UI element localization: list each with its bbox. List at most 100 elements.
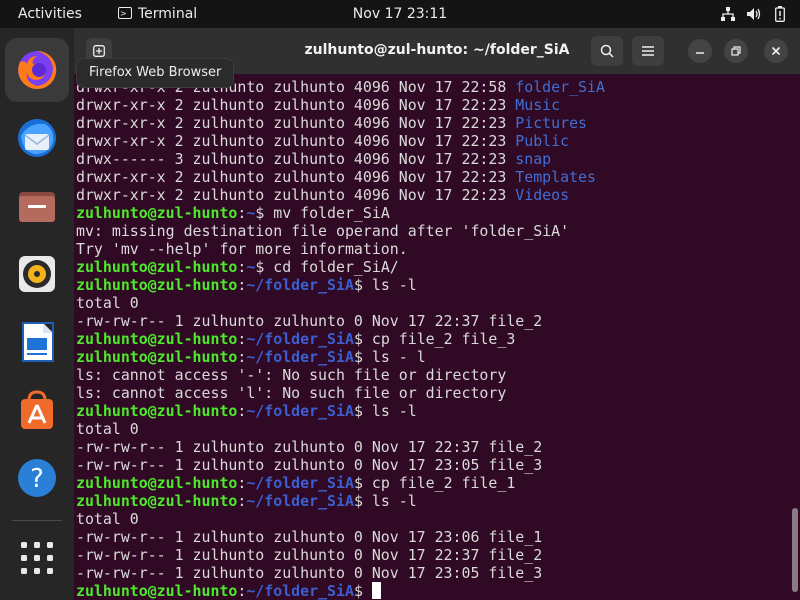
prompt-dollar: $ <box>353 348 363 366</box>
menu-button[interactable] <box>632 36 664 66</box>
search-button[interactable] <box>591 36 623 66</box>
prompt-user: zulhunto@zul-hunto <box>76 402 238 420</box>
prompt-path: ~/folder_SiA <box>246 402 354 420</box>
battery-icon <box>772 6 788 22</box>
maximize-button[interactable] <box>724 39 748 63</box>
dock-firefox[interactable] <box>5 38 69 102</box>
prompt-line: zulhunto@zul-hunto:~/folder_SiA$ ls - l <box>76 348 605 366</box>
dock-writer[interactable] <box>5 310 69 374</box>
activities-button[interactable]: Activities <box>10 4 90 24</box>
prompt-path: ~ <box>246 258 256 276</box>
prompt-line: zulhunto@zul-hunto:~/folder_SiA$ ls -l <box>76 276 605 294</box>
output-line: -rw-rw-r-- 1 zulhunto zulhunto 0 Nov 17 … <box>76 564 605 582</box>
prompt-path: ~/folder_SiA <box>246 582 354 600</box>
close-button[interactable] <box>764 39 788 63</box>
writer-icon <box>22 322 54 362</box>
listing-line: drwxr-xr-x 2 zulhunto zulhunto 4096 Nov … <box>76 96 605 114</box>
listing-attrs: drwxr-xr-x 2 zulhunto zulhunto 4096 Nov … <box>76 114 516 132</box>
prompt-path: ~/folder_SiA <box>246 330 354 348</box>
prompt-dollar: $ <box>353 276 363 294</box>
prompt-colon: : <box>237 402 247 420</box>
output-text: -rw-rw-r-- 1 zulhunto zulhunto 0 Nov 17 … <box>76 312 543 330</box>
app-center-icon <box>21 390 53 429</box>
firefox-icon <box>18 50 57 89</box>
prompt-dollar: $ <box>353 582 363 600</box>
prompt-user: zulhunto@zul-hunto <box>76 474 238 492</box>
prompt-dollar: $ <box>353 402 363 420</box>
close-icon <box>771 46 781 56</box>
prompt-command: ls -l <box>362 402 417 420</box>
listing-attrs: drwxr-xr-x 2 zulhunto zulhunto 4096 Nov … <box>76 168 516 186</box>
app-menu[interactable]: Terminal <box>118 4 197 24</box>
prompt-command: ls -l <box>362 492 417 510</box>
prompt-path: ~/folder_SiA <box>246 474 354 492</box>
dock-thunderbird[interactable] <box>5 106 69 170</box>
listing-dir-name: Pictures <box>515 114 588 132</box>
prompt-user: zulhunto@zul-hunto <box>76 492 238 510</box>
prompt-colon: : <box>237 330 247 348</box>
prompt-line: zulhunto@zul-hunto:~/folder_SiA$ ls -l <box>76 402 605 420</box>
prompt-colon: : <box>237 492 247 510</box>
output-line: ls: cannot access 'l': No such file or d… <box>76 384 605 402</box>
output-line: total 0 <box>76 510 605 528</box>
prompt-command: mv folder_SiA <box>264 204 390 222</box>
output-text: mv: missing destination file operand aft… <box>76 222 570 240</box>
prompt-colon: : <box>237 474 247 492</box>
plus-icon <box>93 45 105 57</box>
prompt-command: ls - l <box>362 348 426 366</box>
maximize-icon <box>731 46 741 56</box>
prompt-line: zulhunto@zul-hunto:~$ mv folder_SiA <box>76 204 605 222</box>
clock[interactable]: Nov 17 23:11 <box>353 6 447 22</box>
prompt-colon: : <box>237 258 247 276</box>
scrollbar[interactable] <box>792 508 798 592</box>
prompt-dollar: $ <box>255 204 265 222</box>
prompt-line: zulhunto@zul-hunto:~/folder_SiA$ ls -l <box>76 492 605 510</box>
prompt-command: cp file_2 file_1 <box>362 474 516 492</box>
output-line: total 0 <box>76 420 605 438</box>
output-text: -rw-rw-r-- 1 zulhunto zulhunto 0 Nov 17 … <box>76 564 543 582</box>
prompt-command: ls -l <box>362 276 417 294</box>
minimize-button[interactable] <box>688 39 712 63</box>
output-text: ls: cannot access '-': No such file or d… <box>76 366 507 384</box>
dock-app-center[interactable] <box>5 378 69 442</box>
listing-dir-name: Videos <box>515 186 570 204</box>
output-text: total 0 <box>76 294 139 312</box>
listing-attrs: drwx------ 3 zulhunto zulhunto 4096 Nov … <box>76 150 516 168</box>
prompt-command: cd folder_SiA/ <box>264 258 399 276</box>
prompt-colon: : <box>237 582 247 600</box>
dock-rhythmbox[interactable] <box>5 242 69 306</box>
files-icon <box>19 192 55 222</box>
prompt-user: zulhunto@zul-hunto <box>76 582 238 600</box>
dock-show-apps[interactable] <box>5 526 69 590</box>
thunderbird-icon <box>18 119 56 157</box>
prompt-path: ~/folder_SiA <box>246 276 354 294</box>
svg-text:?: ? <box>30 464 44 494</box>
listing-attrs: drwxr-xr-x 2 zulhunto zulhunto 4096 Nov … <box>76 96 516 114</box>
terminal-output[interactable]: drwxr-xr-x 2 zulhunto zulhunto 4096 Nov … <box>76 74 796 600</box>
prompt-dollar: $ <box>353 330 363 348</box>
output-line: -rw-rw-r-- 1 zulhunto zulhunto 0 Nov 17 … <box>76 312 605 330</box>
dock-separator <box>12 520 62 521</box>
listing-line: drwxr-xr-x 2 zulhunto zulhunto 4096 Nov … <box>76 186 605 204</box>
prompt-dollar: $ <box>353 474 363 492</box>
prompt-user: zulhunto@zul-hunto <box>76 330 238 348</box>
output-text: -rw-rw-r-- 1 zulhunto zulhunto 0 Nov 17 … <box>76 438 543 456</box>
rhythmbox-icon <box>19 256 55 292</box>
dock-tooltip: Firefox Web Browser <box>76 58 235 88</box>
output-text: -rw-rw-r-- 1 zulhunto zulhunto 0 Nov 17 … <box>76 528 543 546</box>
volume-icon <box>746 6 762 22</box>
output-line: -rw-rw-r-- 1 zulhunto zulhunto 0 Nov 17 … <box>76 528 605 546</box>
prompt-command: cp file_2 file_3 <box>362 330 516 348</box>
prompt-user: zulhunto@zul-hunto <box>76 258 238 276</box>
prompt-line: zulhunto@zul-hunto:~/folder_SiA$ <box>76 582 605 600</box>
dock-files[interactable] <box>5 174 69 238</box>
output-line: total 0 <box>76 294 605 312</box>
output-line: -rw-rw-r-- 1 zulhunto zulhunto 0 Nov 17 … <box>76 456 605 474</box>
hamburger-icon <box>642 46 654 56</box>
terminal-window: zulhunto@zul-hunto: ~/folder_SiA drwxr-x… <box>74 28 800 600</box>
dock-help[interactable]: ? <box>5 446 69 510</box>
terminal-cursor <box>371 582 381 599</box>
output-line: Try 'mv --help' for more information. <box>76 240 605 258</box>
help-icon: ? <box>18 459 56 497</box>
system-tray[interactable] <box>720 4 788 24</box>
